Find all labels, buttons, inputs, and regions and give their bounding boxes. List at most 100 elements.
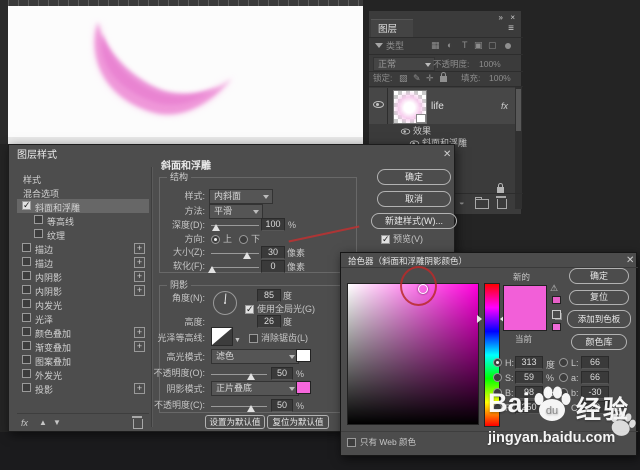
global-light-checkbox[interactable] bbox=[245, 305, 254, 314]
canvas[interactable] bbox=[8, 6, 363, 137]
delete-effect-trash-icon[interactable] bbox=[133, 419, 143, 429]
altitude-value[interactable]: 26 bbox=[257, 315, 281, 328]
shadow-color-swatch[interactable] bbox=[296, 381, 311, 394]
new-group-folder-icon[interactable] bbox=[475, 199, 489, 209]
effects-fx-icon[interactable]: fx bbox=[21, 418, 28, 429]
effect-checkbox[interactable] bbox=[22, 313, 31, 322]
soften-value[interactable]: 0 bbox=[261, 260, 285, 273]
color-mode-radio[interactable] bbox=[559, 373, 568, 382]
layers-scrollbar[interactable] bbox=[515, 87, 522, 209]
lock-all-icon[interactable] bbox=[440, 76, 447, 82]
depth-slider[interactable] bbox=[211, 225, 259, 229]
effect-checkbox[interactable] bbox=[34, 229, 43, 238]
picker-ok-button[interactable]: 确定 bbox=[569, 268, 629, 284]
effect-checkbox[interactable] bbox=[22, 327, 31, 336]
layer-fx-badge[interactable]: fx bbox=[501, 101, 508, 112]
layer-visibility-eye-icon[interactable] bbox=[373, 101, 384, 108]
effect-checkbox[interactable] bbox=[22, 201, 31, 210]
web-safe-cube-icon[interactable] bbox=[552, 310, 561, 319]
set-default-button[interactable]: 设置为默认值 bbox=[205, 415, 265, 429]
color-mode-radio[interactable] bbox=[493, 358, 502, 367]
filter-kind-adjustment-icon[interactable]: ◐ bbox=[447, 40, 452, 51]
new-style-button[interactable]: 新建样式(W)... bbox=[371, 213, 457, 229]
gamut-warning-icon[interactable]: ⚠ bbox=[550, 283, 558, 294]
picker-reset-button[interactable]: 复位 bbox=[569, 290, 629, 305]
ok-button[interactable]: 确定 bbox=[377, 169, 451, 185]
picker-close-icon[interactable]: ✕ bbox=[626, 256, 634, 266]
highlight-opacity-value[interactable]: 50 bbox=[271, 367, 293, 380]
effect-checkbox[interactable] bbox=[22, 299, 31, 308]
filter-toggle-icon[interactable] bbox=[505, 43, 511, 49]
blend-mode-dropdown[interactable]: 正常 bbox=[373, 57, 435, 71]
styles-header-row[interactable]: 样式 bbox=[17, 171, 149, 185]
effects-visibility-eye-icon[interactable] bbox=[401, 129, 410, 135]
filter-kind-shape-icon[interactable]: ▣ bbox=[474, 40, 483, 51]
web-safe-swatch[interactable] bbox=[552, 323, 561, 331]
effect-move-down-icon[interactable]: ▼ bbox=[53, 417, 61, 428]
layer-row[interactable]: life fx bbox=[369, 88, 515, 124]
effects-label[interactable]: 效果 bbox=[413, 126, 431, 137]
opacity-value[interactable]: 100% bbox=[479, 59, 501, 70]
layers-tab[interactable]: 图层 bbox=[371, 19, 413, 38]
panel-collapse-icon[interactable]: » bbox=[499, 13, 503, 23]
effect-checkbox[interactable] bbox=[22, 285, 31, 294]
effect-checkbox[interactable] bbox=[22, 369, 31, 378]
delete-layer-trash-icon[interactable] bbox=[497, 199, 507, 209]
highlight-color-swatch[interactable] bbox=[296, 349, 311, 362]
cancel-button[interactable]: 取消 bbox=[377, 191, 451, 207]
effect-move-up-icon[interactable]: ▲ bbox=[39, 417, 47, 428]
shadow-opacity-value[interactable]: 50 bbox=[271, 399, 293, 412]
angle-value[interactable]: 85 bbox=[257, 289, 281, 302]
effect-checkbox[interactable] bbox=[22, 257, 31, 266]
color-mode-radio[interactable] bbox=[493, 373, 502, 382]
style-dropdown[interactable]: 内斜面 bbox=[209, 189, 273, 204]
dialog-close-icon[interactable]: ✕ bbox=[443, 150, 451, 160]
color-component-input[interactable]: 313 bbox=[515, 356, 543, 369]
panel-close-icon[interactable]: × bbox=[510, 13, 515, 23]
highlight-mode-dropdown[interactable]: 滤色 bbox=[211, 349, 299, 364]
color-mode-radio[interactable] bbox=[559, 358, 568, 367]
size-slider[interactable] bbox=[211, 253, 259, 257]
depth-value[interactable]: 100 bbox=[261, 218, 285, 231]
shadow-mode-dropdown[interactable]: 正片叠底 bbox=[211, 381, 299, 396]
layer-thumbnail[interactable] bbox=[393, 90, 427, 124]
color-component-input[interactable]: 66 bbox=[581, 371, 609, 384]
effect-checkbox[interactable] bbox=[22, 383, 31, 392]
soften-slider[interactable] bbox=[211, 267, 259, 271]
effect-checkbox[interactable] bbox=[22, 355, 31, 364]
effect-checkbox[interactable] bbox=[22, 243, 31, 252]
gloss-contour-thumbnail[interactable] bbox=[211, 327, 233, 346]
effect-checkbox[interactable] bbox=[22, 271, 31, 280]
effect-checkbox[interactable] bbox=[22, 341, 31, 350]
shadow-opacity-slider[interactable] bbox=[211, 406, 267, 410]
web-only-checkbox[interactable] bbox=[347, 438, 356, 447]
preview-checkbox[interactable] bbox=[381, 235, 390, 244]
layer-name[interactable]: life bbox=[431, 101, 444, 112]
add-to-swatches-button[interactable]: 添加到色板 bbox=[567, 310, 631, 328]
color-libraries-button[interactable]: 颜色库 bbox=[571, 334, 627, 350]
size-value[interactable]: 30 bbox=[261, 246, 285, 259]
filter-type-label[interactable]: 类型 bbox=[386, 41, 404, 52]
reset-default-button[interactable]: 复位为默认值 bbox=[267, 415, 329, 429]
new-fill-layer-icon[interactable]: ◒ bbox=[459, 197, 464, 208]
color-component-input[interactable]: 59 bbox=[515, 371, 543, 384]
add-effect-icon[interactable] bbox=[134, 271, 145, 282]
filter-kind-smartobject-icon[interactable]: ▢ bbox=[488, 40, 497, 51]
layers-scrollbar-thumb[interactable] bbox=[516, 89, 521, 131]
lock-pixels-icon[interactable]: ✎ bbox=[413, 73, 421, 84]
gamut-swatch[interactable] bbox=[552, 296, 561, 304]
color-component-input[interactable]: 66 bbox=[581, 356, 609, 369]
effect-checkbox[interactable] bbox=[34, 215, 43, 224]
antialias-checkbox[interactable] bbox=[249, 334, 258, 343]
hue-arrow-left-icon[interactable] bbox=[477, 315, 482, 323]
lock-position-icon[interactable]: ✛ bbox=[426, 73, 434, 84]
filter-funnel-icon[interactable] bbox=[375, 43, 383, 48]
angle-dial[interactable] bbox=[213, 291, 237, 315]
panel-menu-icon[interactable]: ≡ bbox=[508, 24, 514, 34]
lock-transparency-icon[interactable]: ▨ bbox=[399, 73, 408, 84]
method-dropdown[interactable]: 平滑 bbox=[209, 204, 263, 219]
highlight-opacity-slider[interactable] bbox=[211, 374, 267, 378]
direction-down-radio[interactable] bbox=[239, 235, 248, 244]
fill-value[interactable]: 100% bbox=[489, 73, 511, 84]
direction-up-radio[interactable] bbox=[211, 235, 220, 244]
